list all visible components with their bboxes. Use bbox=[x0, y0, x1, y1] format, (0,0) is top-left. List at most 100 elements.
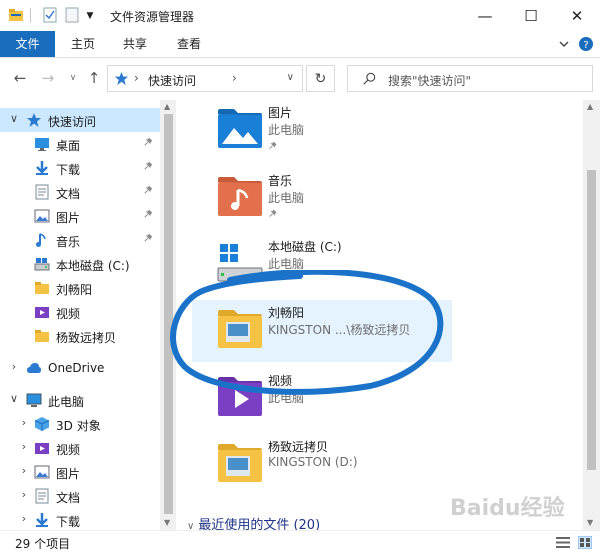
chevron-right-icon[interactable]: › bbox=[18, 489, 30, 501]
computer-icon bbox=[26, 392, 42, 408]
tab-file[interactable]: 文件 bbox=[0, 31, 55, 57]
chevron-down-icon[interactable]: ∨ bbox=[8, 393, 20, 405]
nav-item[interactable]: › 下载 bbox=[0, 508, 160, 530]
music-folder-icon bbox=[216, 172, 264, 220]
nav-scrollbar[interactable]: ▲ ▼ bbox=[160, 100, 176, 530]
pin-icon bbox=[269, 141, 280, 152]
nav-item[interactable]: › 图片 bbox=[0, 460, 160, 484]
nav-item[interactable]: › 视频 bbox=[0, 436, 160, 460]
quick-access-tile[interactable]: 杨致远拷贝 KINGSTON (D:) bbox=[192, 434, 452, 496]
nav-item-label: 音乐 bbox=[56, 235, 81, 249]
scroll-up-icon[interactable]: ▲ bbox=[164, 102, 170, 111]
nav-item[interactable]: › 3D 对象 bbox=[0, 412, 160, 436]
quick-access-tile[interactable]: 音乐 此电脑 bbox=[192, 168, 452, 230]
recent-locations-chevron-icon[interactable]: ∨ bbox=[63, 68, 83, 88]
nav-item[interactable]: ∨ 此电脑 bbox=[0, 388, 160, 412]
address-bar[interactable]: › 快速访问 › ∨ bbox=[107, 65, 303, 92]
nav-item[interactable]: 音乐 bbox=[0, 228, 160, 252]
cloud-icon bbox=[26, 360, 42, 376]
nav-item[interactable]: › OneDrive bbox=[0, 356, 160, 380]
nav-item-label: 文档 bbox=[56, 187, 81, 201]
pin-icon bbox=[144, 185, 156, 197]
tab-view[interactable]: 查看 bbox=[166, 31, 212, 57]
nav-item[interactable]: 刘畅阳 bbox=[0, 276, 160, 300]
refresh-button[interactable]: ↻ bbox=[306, 65, 335, 92]
folder-icon bbox=[34, 328, 50, 344]
content-scrollbar[interactable]: ▲ ▼ bbox=[583, 100, 600, 530]
chevron-right-icon[interactable]: › bbox=[18, 417, 30, 429]
status-bar: 29 个项目 bbox=[0, 530, 600, 553]
nav-item[interactable]: 本地磁盘 (C:) bbox=[0, 252, 160, 276]
quick-access-tile[interactable]: 图片 此电脑 bbox=[192, 100, 452, 162]
nav-item[interactable]: › 文档 bbox=[0, 484, 160, 508]
tile-location: KINGSTON ...\杨致远拷贝 bbox=[268, 323, 411, 337]
nav-item-label: 快速访问 bbox=[48, 115, 97, 129]
pictures-folder-icon bbox=[216, 104, 264, 152]
recent-files-header[interactable]: ∨ 最近使用的文件 (20) bbox=[187, 514, 320, 530]
window-title: 文件资源管理器 bbox=[110, 10, 195, 24]
folder-app-icon bbox=[9, 9, 23, 21]
quick-access-tile[interactable]: 视频 此电脑 bbox=[192, 368, 452, 430]
scroll-down-icon[interactable]: ▼ bbox=[587, 518, 593, 527]
scroll-down-icon[interactable]: ▼ bbox=[164, 518, 170, 527]
quick-access-dropdown-icon[interactable]: ▼ bbox=[80, 0, 100, 31]
quick-access-tile[interactable]: 刘畅阳 KINGSTON ...\杨致远拷贝 bbox=[192, 300, 452, 362]
chevron-right-icon[interactable]: › bbox=[18, 465, 30, 477]
navigation-row: ← → ∨ ↑ › 快速访问 › ∨ ↻ 搜索"快速访问" bbox=[0, 58, 600, 100]
folder-icon bbox=[34, 280, 50, 296]
scrollbar-thumb[interactable] bbox=[587, 170, 596, 470]
video-icon bbox=[34, 304, 50, 320]
forward-arrow-icon[interactable]: → bbox=[38, 68, 58, 88]
details-view-icon[interactable] bbox=[556, 536, 570, 549]
breadcrumb[interactable]: 快速访问 bbox=[148, 72, 196, 89]
title-bar: ▼ 文件资源管理器 — ☐ ✕ bbox=[0, 0, 600, 31]
chevron-right-icon[interactable]: › bbox=[8, 361, 20, 373]
nav-item[interactable]: 文档 bbox=[0, 180, 160, 204]
search-input[interactable]: 搜索"快速访问" bbox=[388, 72, 471, 89]
tab-home[interactable]: 主页 bbox=[60, 31, 106, 57]
new-folder-icon[interactable] bbox=[64, 7, 80, 23]
back-arrow-icon[interactable]: ← bbox=[10, 68, 30, 88]
properties-icon[interactable] bbox=[42, 7, 58, 23]
nav-item[interactable]: 桌面 bbox=[0, 132, 160, 156]
nav-item[interactable]: 视频 bbox=[0, 300, 160, 324]
chevron-right-icon[interactable]: › bbox=[18, 441, 30, 453]
chevron-right-icon[interactable]: › bbox=[18, 513, 30, 525]
music-icon bbox=[34, 232, 50, 248]
collapse-chevron-icon[interactable]: ∨ bbox=[187, 521, 194, 530]
large-icons-view-icon[interactable] bbox=[578, 536, 592, 549]
quick-access-tile[interactable]: 本地磁盘 (C:) 此电脑 bbox=[192, 234, 452, 296]
nav-item-label: 刘畅阳 bbox=[56, 283, 93, 297]
recent-files-label: 最近使用的文件 (20) bbox=[198, 518, 321, 530]
folder-icon bbox=[216, 304, 264, 352]
document-icon bbox=[34, 184, 50, 200]
tile-location: KINGSTON (D:) bbox=[268, 455, 358, 469]
nav-item-label: 下载 bbox=[56, 515, 81, 529]
tile-location: 此电脑 bbox=[268, 123, 305, 137]
nav-item-label: 本地磁盘 (C:) bbox=[56, 259, 130, 273]
pin-icon bbox=[144, 137, 156, 149]
video-folder-icon bbox=[216, 372, 264, 420]
nav-item[interactable]: 下载 bbox=[0, 156, 160, 180]
expand-ribbon-icon[interactable] bbox=[556, 36, 572, 52]
chevron-down-icon[interactable]: ∨ bbox=[8, 113, 20, 125]
nav-item[interactable]: 杨致远拷贝 bbox=[0, 324, 160, 348]
tab-share[interactable]: 共享 bbox=[112, 31, 158, 57]
video-icon bbox=[34, 440, 50, 456]
tile-name: 杨致远拷贝 bbox=[268, 440, 329, 454]
nav-item-label: OneDrive bbox=[48, 361, 105, 375]
content-pane: 图片 此电脑 音乐 此电脑 本地磁盘 (C:) 此电脑 刘畅阳 KINGSTON ...\杨致… bbox=[177, 100, 600, 530]
up-arrow-icon[interactable]: ↑ bbox=[84, 68, 104, 88]
nav-item[interactable]: ∨ 快速访问 bbox=[0, 108, 160, 132]
nav-item-label: 桌面 bbox=[56, 139, 81, 153]
scroll-up-icon[interactable]: ▲ bbox=[587, 102, 593, 111]
address-dropdown-icon[interactable]: ∨ bbox=[287, 72, 294, 83]
pin-icon bbox=[144, 161, 156, 173]
minimize-button[interactable]: — bbox=[462, 0, 508, 31]
help-icon[interactable]: ? bbox=[578, 36, 594, 52]
nav-item[interactable]: 图片 bbox=[0, 204, 160, 228]
maximize-button[interactable]: ☐ bbox=[508, 0, 554, 31]
scrollbar-thumb[interactable] bbox=[164, 114, 173, 514]
search-box[interactable]: 搜索"快速访问" bbox=[347, 65, 593, 92]
close-button[interactable]: ✕ bbox=[554, 0, 600, 31]
